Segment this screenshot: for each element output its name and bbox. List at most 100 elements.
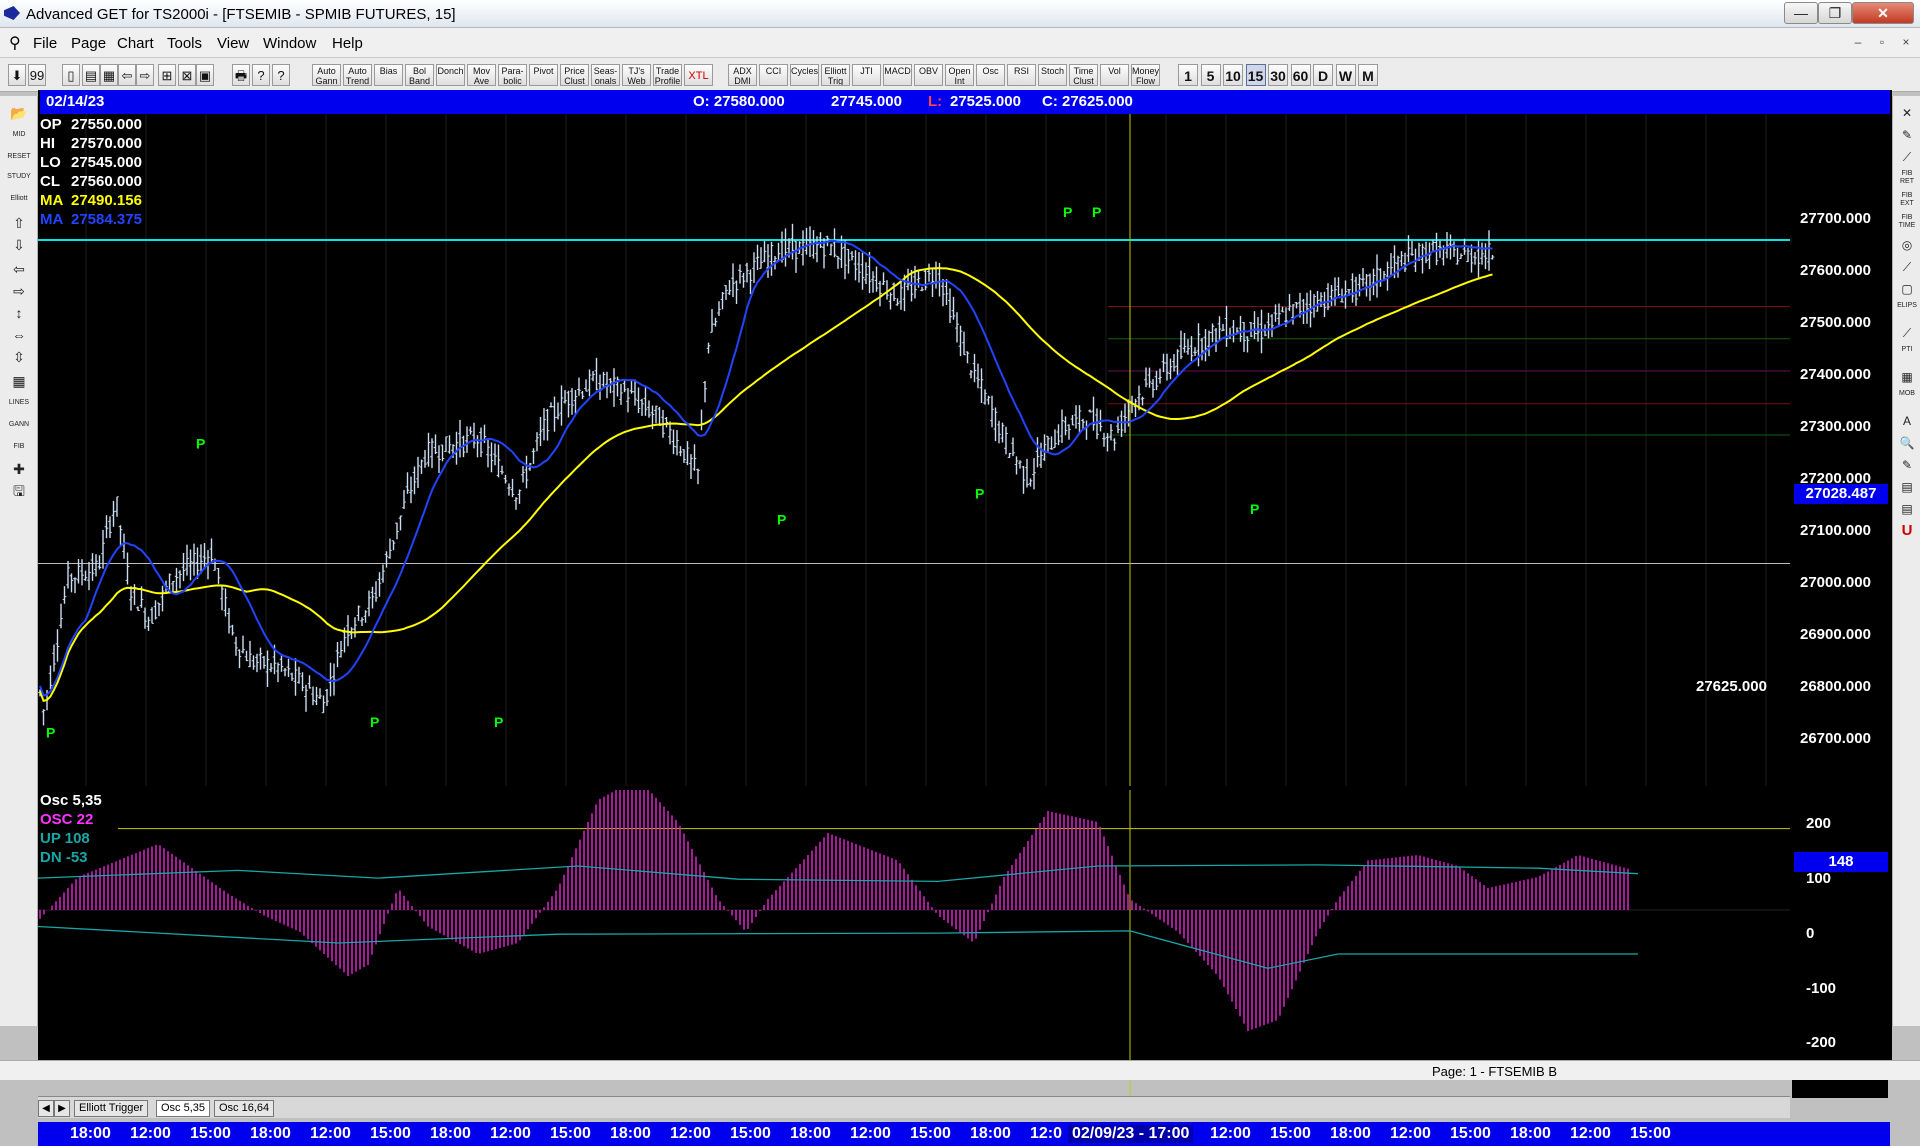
mdi-restore-button[interactable]: ▫ <box>1872 34 1892 52</box>
toolbar-icon-11[interactable]: ? <box>252 64 270 86</box>
menu-help[interactable]: Help <box>332 35 363 52</box>
right-tool-15[interactable]: 🔍 <box>1895 434 1919 453</box>
left-tool-16[interactable]: ✚ <box>5 460 33 479</box>
study-button-20[interactable]: Open Int <box>945 64 974 86</box>
right-tool-12[interactable]: ▦ <box>1895 368 1919 387</box>
close-button[interactable]: ✕ <box>1852 2 1914 24</box>
mdi-minimize-button[interactable]: – <box>1848 34 1868 52</box>
study-button-7[interactable]: Pivot <box>529 64 558 86</box>
tab-osc-5-35[interactable]: Osc 5,35 <box>156 1100 211 1117</box>
mdi-close-button[interactable]: × <box>1896 34 1916 52</box>
left-tool-15[interactable]: FIB <box>5 438 33 457</box>
toolbar-icon-6[interactable]: ⇨ <box>136 64 154 86</box>
right-tool-3[interactable]: FIB RET <box>1895 170 1919 189</box>
interval-button-W[interactable]: W <box>1335 64 1356 86</box>
tab-osc-16-64[interactable]: Osc 16,64 <box>214 1100 275 1117</box>
right-tool-6[interactable]: ◎ <box>1895 236 1919 255</box>
left-tool-12[interactable]: ▦ <box>5 372 33 391</box>
menu-window[interactable]: Window <box>263 35 316 52</box>
interval-button-M[interactable]: M <box>1358 64 1378 86</box>
interval-button-D[interactable]: D <box>1313 64 1333 86</box>
toolbar-icon-0[interactable]: ⬇ <box>8 64 26 86</box>
menu-page[interactable]: Page <box>71 35 106 52</box>
right-tool-16[interactable]: ✎ <box>1895 456 1919 475</box>
study-button-8[interactable]: Price Clust <box>560 64 589 86</box>
left-tool-3[interactable]: STUDY <box>5 168 33 187</box>
study-button-14[interactable]: CCI <box>759 64 788 86</box>
menu-chart[interactable]: Chart <box>117 35 154 52</box>
study-button-2[interactable]: Bias <box>374 64 403 86</box>
right-tool-2[interactable]: ⟋ <box>1895 148 1919 167</box>
study-button-4[interactable]: Donch <box>436 64 465 86</box>
pin-icon[interactable]: ⚲ <box>9 33 21 53</box>
left-tool-5[interactable]: ⇧ <box>5 214 33 233</box>
right-tool-8[interactable]: ▢ <box>1895 280 1919 299</box>
right-tool-7[interactable]: ⟋ <box>1895 258 1919 277</box>
toolbar-icon-2[interactable]: ▯ <box>62 64 80 86</box>
study-button-5[interactable]: Mov Ave <box>467 64 496 86</box>
study-button-15[interactable]: Cycles <box>790 64 819 86</box>
left-tool-8[interactable]: ⇨ <box>5 282 33 301</box>
left-tool-17[interactable]: 🖫 <box>5 482 33 501</box>
study-button-11[interactable]: Trade Profile <box>653 64 682 86</box>
left-tool-4[interactable]: Elliott <box>5 190 33 209</box>
left-tool-10[interactable]: ⇔ <box>5 326 33 345</box>
interval-button-5[interactable]: 5 <box>1200 64 1221 86</box>
minimize-button[interactable]: — <box>1784 2 1818 24</box>
right-tool-10[interactable]: ⟋ <box>1895 324 1919 343</box>
left-tool-11[interactable]: ⇳ <box>5 348 33 367</box>
study-button-24[interactable]: Time Clust <box>1069 64 1098 86</box>
study-button-23[interactable]: Stoch <box>1038 64 1067 86</box>
study-button-26[interactable]: Money Flow <box>1131 64 1160 86</box>
interval-button-15[interactable]: 15 <box>1245 64 1266 86</box>
toolbar-icon-9[interactable]: ▣ <box>196 64 214 86</box>
interval-button-60[interactable]: 60 <box>1290 64 1311 86</box>
right-tool-18[interactable]: ▤ <box>1895 500 1919 519</box>
study-button-3[interactable]: Bol Band <box>405 64 434 86</box>
interval-button-30[interactable]: 30 <box>1268 64 1288 86</box>
toolbar-icon-3[interactable]: ▤ <box>82 64 100 86</box>
right-tool-1[interactable]: ✎ <box>1895 126 1919 145</box>
interval-button-1[interactable]: 1 <box>1178 64 1198 86</box>
left-tool-6[interactable]: ⇩ <box>5 236 33 255</box>
right-tool-11[interactable]: PTI <box>1895 346 1919 365</box>
left-tool-13[interactable]: LINES <box>5 394 33 413</box>
toolbar-icon-8[interactable]: ⊠ <box>178 64 196 86</box>
left-tool-1[interactable]: MID <box>5 126 33 145</box>
study-button-9[interactable]: Seas- onals <box>591 64 620 86</box>
toolbar-icon-5[interactable]: ⇦ <box>118 64 136 86</box>
toolbar-icon-12[interactable]: ? <box>272 64 290 86</box>
study-button-10[interactable]: TJ's Web <box>622 64 651 86</box>
tab-scroll-right-icon[interactable]: ▶ <box>54 1100 70 1117</box>
study-button-6[interactable]: Para- bolic <box>498 64 527 86</box>
interval-button-10[interactable]: 10 <box>1223 64 1243 86</box>
study-button-18[interactable]: MACD <box>883 64 912 86</box>
right-tool-4[interactable]: FIB EXT <box>1895 192 1919 211</box>
right-tool-9[interactable]: ELIPS <box>1895 302 1919 321</box>
study-button-21[interactable]: Osc <box>976 64 1005 86</box>
toolbar-icon-7[interactable]: ⊞ <box>158 64 176 86</box>
study-button-19[interactable]: OBV <box>914 64 943 86</box>
price-chart[interactable]: P P P P P P P P P <box>38 114 1790 786</box>
left-tool-2[interactable]: RESET <box>5 148 33 167</box>
toolbar-icon-1[interactable]: 99 <box>28 64 46 86</box>
right-tool-13[interactable]: MOB <box>1895 390 1919 409</box>
study-button-16[interactable]: Elliott Trig <box>821 64 850 86</box>
study-button-13[interactable]: ADX DMI <box>728 64 757 86</box>
left-tool-14[interactable]: GANN <box>5 416 33 435</box>
menu-view[interactable]: View <box>217 35 249 52</box>
study-button-17[interactable]: JTI <box>852 64 881 86</box>
study-button-0[interactable]: Auto Gann <box>312 64 341 86</box>
study-button-25[interactable]: Vol <box>1100 64 1129 86</box>
toolbar-icon-10[interactable]: 🖶 <box>232 64 250 86</box>
right-tool-19[interactable]: U <box>1895 522 1919 541</box>
left-tool-7[interactable]: ⇦ <box>5 260 33 279</box>
study-button-12[interactable]: XTL <box>684 64 713 86</box>
menu-file[interactable]: File <box>33 35 57 52</box>
tab-scroll-left-icon[interactable]: ◀ <box>38 1100 54 1117</box>
right-tool-14[interactable]: A <box>1895 412 1919 431</box>
left-tool-9[interactable]: ↕ <box>5 304 33 323</box>
study-button-22[interactable]: RSI <box>1007 64 1036 86</box>
right-tool-17[interactable]: ▤ <box>1895 478 1919 497</box>
study-button-1[interactable]: Auto Trend <box>343 64 372 86</box>
